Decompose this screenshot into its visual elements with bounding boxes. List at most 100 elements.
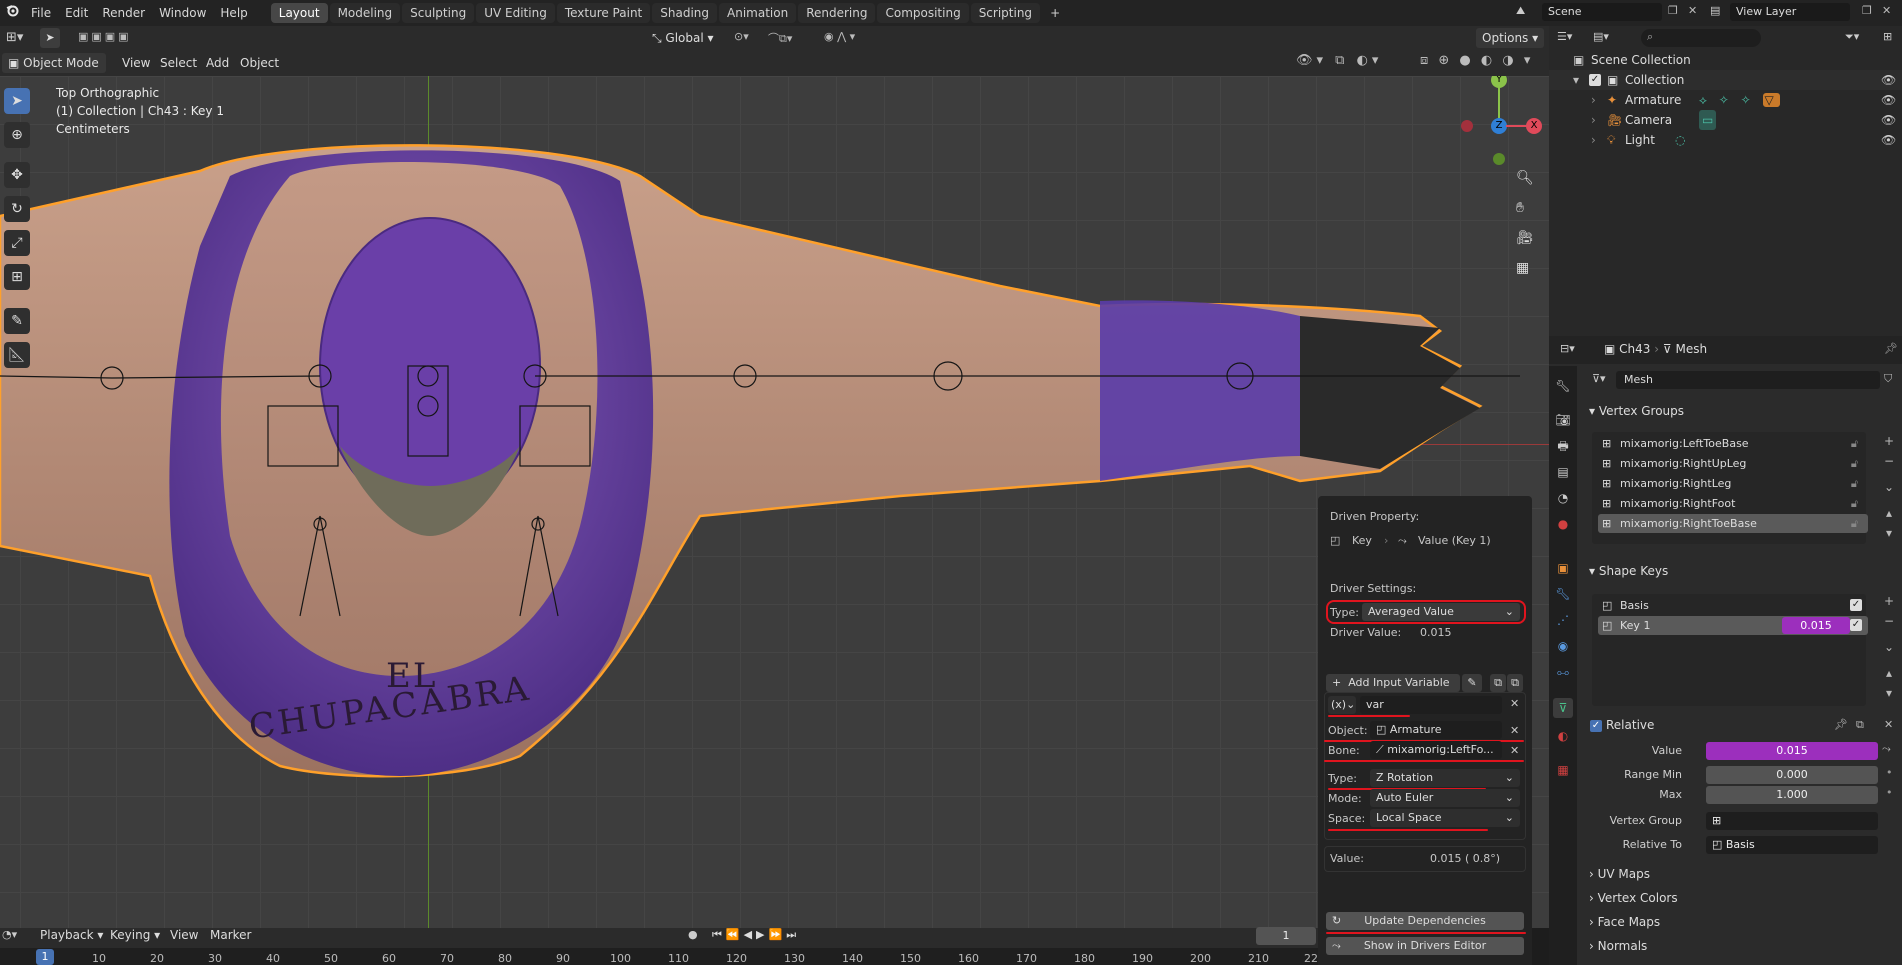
menu-select[interactable]: Select bbox=[160, 53, 197, 73]
props-editor-type-icon[interactable]: ⊟▾ bbox=[1560, 342, 1575, 355]
move-tool[interactable]: ✥ bbox=[4, 162, 30, 188]
remove-variable-icon[interactable]: ✕ bbox=[1510, 697, 1519, 710]
tab-rendering[interactable]: Rendering bbox=[798, 3, 876, 23]
tool-tab-icon[interactable]: 🔧︎ bbox=[1553, 376, 1573, 396]
select-box-tool[interactable]: ➤ bbox=[4, 88, 30, 114]
bone-field[interactable]: ⟋ mixamorig:LeftFo... bbox=[1370, 741, 1502, 759]
list-item[interactable]: ⊞ mixamorig:RightUpLeg 🔓︎ bbox=[1598, 454, 1868, 473]
pin-shape-icon[interactable]: 📌︎ bbox=[1834, 718, 1848, 731]
tab-layout[interactable]: Layout bbox=[270, 3, 328, 23]
menu-edit[interactable]: Edit bbox=[58, 0, 95, 26]
menu-add[interactable]: Add bbox=[206, 53, 229, 73]
shape-key-value[interactable]: 0.015 bbox=[1782, 617, 1850, 634]
remove-vertex-group-icon[interactable]: − bbox=[1882, 454, 1896, 468]
lock-icon[interactable]: 🔓︎ bbox=[1851, 494, 1858, 513]
list-item[interactable]: ◰ Basis ✓ bbox=[1598, 596, 1868, 615]
outliner-search[interactable]: ⌕ bbox=[1641, 29, 1761, 47]
shape-keys-header[interactable]: ▾ Shape Keys bbox=[1589, 561, 1668, 581]
measure-tool[interactable]: 📐︎ bbox=[4, 342, 30, 368]
tab-shading[interactable]: Shading bbox=[652, 3, 717, 23]
eye-icon[interactable]: 👁︎ bbox=[1881, 70, 1896, 90]
move-down-icon[interactable]: ▾ bbox=[1882, 526, 1896, 540]
texture-tab-icon[interactable]: ▦ bbox=[1553, 760, 1573, 780]
annotate-tool[interactable]: ✎ bbox=[4, 308, 30, 334]
driver-type-dropdown[interactable]: Averaged Value ⌄ bbox=[1362, 603, 1520, 621]
snap-icon[interactable]: ⌒⧉▾ bbox=[768, 30, 792, 46]
tab-uv-editing[interactable]: UV Editing bbox=[476, 3, 555, 23]
gizmo-z[interactable]: Z bbox=[1491, 118, 1507, 134]
navigation-gizmo[interactable]: Y Z X bbox=[1450, 76, 1542, 176]
outliner-item-armature[interactable]: › ✦ Armature ⟡ ✧ ✧ ▽ 👁︎ bbox=[1549, 90, 1902, 110]
transform-type-dropdown[interactable]: Z Rotation ⌄ bbox=[1370, 769, 1520, 787]
shape-value-field[interactable]: 0.015 bbox=[1706, 742, 1878, 760]
pin-icon[interactable]: 📌︎ bbox=[1884, 342, 1898, 355]
shape-keys-list[interactable]: ◰ Basis ✓ ◰ Key 1 0.015 ✓ bbox=[1592, 594, 1868, 706]
list-item[interactable]: ⊞ mixamorig:RightFoot 🔓︎ bbox=[1598, 494, 1868, 513]
variable-type-dropdown[interactable]: (x)⌄ bbox=[1328, 696, 1356, 714]
list-item[interactable]: ⊞ mixamorig:LeftToeBase 🔓︎ bbox=[1598, 434, 1868, 453]
gizmo-y[interactable]: Y bbox=[1491, 76, 1507, 88]
fake-user-icon[interactable]: ⛉ bbox=[1884, 372, 1892, 386]
marker-menu[interactable]: Marker bbox=[210, 928, 251, 942]
tab-scripting[interactable]: Scripting bbox=[970, 3, 1041, 23]
new-view-layer-icon[interactable]: ❐ bbox=[1862, 4, 1872, 17]
vertex-colors-header[interactable]: › Vertex Colors bbox=[1589, 888, 1678, 908]
transform-tool[interactable]: ⊞ bbox=[4, 264, 30, 290]
rotation-mode-dropdown[interactable]: Auto Euler ⌄ bbox=[1370, 789, 1520, 807]
pivot-icon[interactable]: ⊙▾ bbox=[734, 30, 749, 43]
update-dependencies-button[interactable]: ↻ Update Dependencies bbox=[1326, 912, 1524, 930]
filter-icon[interactable]: ⏷▾ bbox=[1845, 30, 1859, 44]
gizmo-x[interactable]: X bbox=[1526, 118, 1542, 134]
vertex-groups-header[interactable]: ▾ Vertex Groups bbox=[1589, 401, 1684, 421]
mesh-name-field[interactable]: Mesh bbox=[1616, 371, 1880, 389]
edit-mode-shape-icon[interactable]: ⧉ bbox=[1856, 718, 1864, 732]
lock-icon[interactable]: 🔓︎ bbox=[1851, 454, 1858, 473]
relative-checkbox[interactable]: ✓ bbox=[1590, 720, 1602, 732]
menu-help[interactable]: Help bbox=[213, 0, 254, 26]
zoom-icon[interactable]: 🔍︎ bbox=[1516, 170, 1534, 186]
particles-tab-icon[interactable]: ⋰ bbox=[1553, 610, 1573, 630]
face-maps-header[interactable]: › Face Maps bbox=[1589, 912, 1660, 932]
add-shape-key-icon[interactable]: + bbox=[1882, 594, 1896, 608]
tab-animation[interactable]: Animation bbox=[719, 3, 797, 23]
add-workspace-button[interactable]: + bbox=[1042, 3, 1068, 23]
list-item[interactable]: ⊞ mixamorig:RightToeBase 🔓︎ bbox=[1598, 514, 1868, 533]
world-tab-icon[interactable]: ● bbox=[1553, 514, 1573, 534]
move-down-icon[interactable]: ▾ bbox=[1882, 686, 1896, 700]
vertex-groups-list[interactable]: ⊞ mixamorig:LeftToeBase 🔓︎ ⊞ mixamorig:Righ… bbox=[1592, 432, 1868, 544]
rotate-tool[interactable]: ↻ bbox=[4, 196, 30, 222]
timeline-ruler[interactable] bbox=[0, 948, 1318, 965]
vertex-group-field[interactable]: ⊞ bbox=[1706, 812, 1878, 830]
ortho-grid-icon[interactable]: ▦ bbox=[1516, 260, 1529, 276]
character-model[interactable] bbox=[0, 76, 1549, 928]
add-input-variable-button[interactable]: + Add Input Variable bbox=[1326, 674, 1460, 692]
keyframe-dot-icon[interactable]: • bbox=[1886, 766, 1893, 779]
eye-icon[interactable]: 👁︎ bbox=[1881, 130, 1896, 150]
outliner-scene-collection[interactable]: ▣ Scene Collection bbox=[1549, 50, 1902, 70]
mode-selector[interactable]: ▣ Object Mode ▾ bbox=[2, 53, 106, 90]
keyframe-dot-icon[interactable]: • bbox=[1886, 786, 1893, 799]
eye-icon[interactable]: 👁︎ bbox=[1881, 90, 1896, 110]
modifier-tab-icon[interactable]: 🔧︎ bbox=[1553, 584, 1573, 604]
editor-type-icon[interactable]: ⊞▾ bbox=[6, 30, 23, 45]
playhead[interactable]: 1 bbox=[36, 949, 54, 965]
scene-tab-icon[interactable]: ◔ bbox=[1553, 488, 1573, 508]
tab-sculpting[interactable]: Sculpting bbox=[402, 3, 475, 23]
menu-object[interactable]: Object bbox=[240, 53, 279, 73]
eye-icon[interactable]: 👁︎ bbox=[1881, 110, 1896, 130]
select-tool-icon[interactable]: ➤ bbox=[40, 28, 60, 48]
list-item[interactable]: ◰ Key 1 0.015 ✓ bbox=[1598, 616, 1868, 635]
expand-arrow-icon[interactable]: ▾ bbox=[1573, 70, 1579, 90]
object-tab-icon[interactable]: ▣ bbox=[1553, 558, 1573, 578]
relative-to-field[interactable]: ◰ Basis bbox=[1706, 836, 1878, 854]
playback-controls-icons[interactable]: ⏮⏪◀▶⏩⏭ bbox=[712, 928, 800, 942]
pan-hand-icon[interactable]: ✋︎ bbox=[1516, 200, 1524, 216]
shape-key-menu-icon[interactable]: ⌄ bbox=[1882, 640, 1896, 654]
move-up-icon[interactable]: ▴ bbox=[1882, 666, 1896, 680]
new-scene-icon[interactable]: ❐ bbox=[1668, 4, 1678, 17]
material-tab-icon[interactable]: ◐ bbox=[1553, 726, 1573, 746]
shape-key-checkbox[interactable]: ✓ bbox=[1850, 619, 1862, 631]
delete-scene-icon[interactable]: ✕ bbox=[1688, 4, 1697, 17]
timeline-view-menu[interactable]: View bbox=[170, 928, 198, 942]
move-up-icon[interactable]: ▴ bbox=[1882, 506, 1896, 520]
